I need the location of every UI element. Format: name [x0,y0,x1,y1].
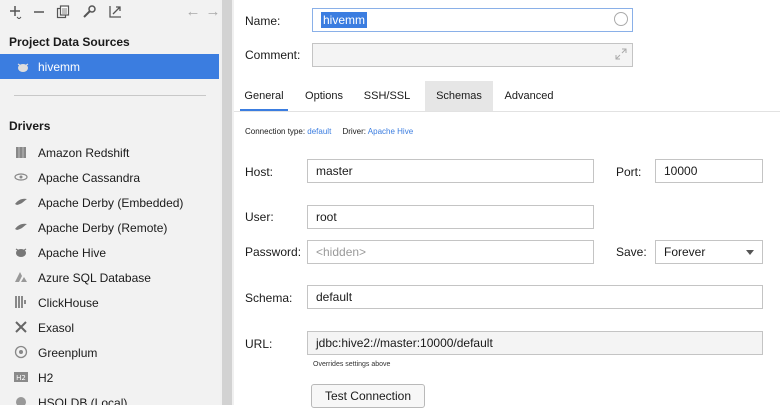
driver-item-exasol[interactable]: Exasol [0,316,219,340]
schema-input[interactable]: default [307,285,763,309]
driver-label: ClickHouse [38,296,99,310]
exasol-icon [15,321,27,333]
password-input[interactable]: <hidden> [307,240,594,264]
derby-icon [15,198,27,205]
connection-type-link[interactable]: default [307,127,331,136]
clickhouse-icon [15,296,26,308]
driver-link[interactable]: Apache Hive [368,127,413,136]
driver-item-amazon-redshift[interactable]: Amazon Redshift [0,141,219,165]
driver-item-apache-derby-remote[interactable]: Apache Derby (Remote) [0,216,219,240]
hive-icon [17,63,29,72]
greenplum-icon [14,345,28,359]
port-label: Port: [616,165,642,179]
url-label: URL: [245,337,273,351]
tabs-underline [234,111,780,112]
driver-label: H2 [38,371,54,385]
redshift-icon [16,147,26,158]
driver-label: Greenplum [38,346,98,360]
wrench-icon[interactable] [80,3,98,21]
save-select[interactable]: Forever [655,240,763,264]
sidebar-scrollbar-thumb[interactable] [222,0,232,405]
schema-label: Schema: [245,291,293,305]
back-arrow-icon[interactable]: ← [184,3,202,21]
driver-label: Apache Cassandra [38,171,141,185]
user-label: User: [245,210,274,224]
driver-item-azure-sql-database[interactable]: Azure SQL Database [0,266,219,290]
driver-label: Exasol [38,321,75,335]
add-icon[interactable] [6,3,24,21]
connection-settings-panel: Name: hivemm Comment: General Options SS… [234,0,780,408]
driver-item-apache-cassandra[interactable]: Apache Cassandra [0,166,219,190]
connection-type-label: Connection type: [245,127,306,136]
port-input[interactable]: 10000 [655,159,763,183]
name-label: Name: [245,14,281,28]
url-input[interactable]: jdbc:hive2://master:10000/default [307,331,763,355]
driver-label: HSQLDB (Local) [38,396,128,405]
save-select-value: Forever [664,245,706,259]
name-value: hivemm [321,12,368,28]
driver-item-hsqldb-local[interactable]: HSQLDB (Local) [0,391,219,405]
tab-ssh-ssl[interactable]: SSH/SSL [358,81,416,111]
tab-general[interactable]: General [240,81,288,111]
data-source-item-hivemm[interactable]: hivemm [0,54,219,79]
drivers-title: Drivers [9,119,51,133]
tab-schemas[interactable]: Schemas [425,81,493,111]
azure-icon [15,272,27,282]
driver-item-clickhouse[interactable]: ClickHouse [0,291,219,315]
save-label: Save: [616,245,647,259]
data-sources-sidebar: ← → Project Data Sources hivemm Drivers … [0,0,221,405]
connection-info: Connection type: default Driver: Apache … [245,127,413,136]
driver-label: Amazon Redshift [38,146,130,160]
driver-item-apache-hive[interactable]: Apache Hive [0,241,219,265]
data-source-label: hivemm [38,60,81,74]
driver-label: Apache Derby (Embedded) [38,196,184,210]
jump-to-source-icon[interactable] [106,3,124,21]
remove-icon[interactable] [30,3,48,21]
forward-arrow-icon[interactable]: → [204,3,221,21]
svg-text:H2: H2 [16,374,26,382]
sidebar-divider [14,95,206,96]
driver-label: Apache Derby (Remote) [38,221,168,235]
user-input[interactable]: root [307,205,594,229]
color-circle-icon[interactable] [614,12,628,26]
driver-label: Azure SQL Database [38,271,151,285]
test-connection-button[interactable]: Test Connection [311,384,425,408]
driver-label: Driver: [342,127,366,136]
sidebar-toolbar: ← → [0,0,220,28]
tab-advanced[interactable]: Advanced [500,81,558,111]
duplicate-icon[interactable] [54,3,72,21]
cassandra-icon [14,173,28,181]
driver-item-greenplum[interactable]: Greenplum [0,341,219,365]
host-label: Host: [245,165,274,179]
password-label: Password: [245,245,302,259]
tab-options[interactable]: Options [300,81,348,111]
project-data-sources-title: Project Data Sources [9,35,130,49]
comment-input[interactable] [312,43,633,67]
driver-item-apache-derby-embedded[interactable]: Apache Derby (Embedded) [0,191,219,215]
h2-icon: H2 [14,372,28,382]
name-input[interactable]: hivemm [312,8,633,32]
chevron-down-icon [746,250,754,255]
derby-icon [15,223,27,230]
expand-icon[interactable] [615,48,627,60]
comment-label: Comment: [245,48,301,62]
hive-icon [15,248,27,257]
url-override-note: Overrides settings above [313,361,391,368]
hsqldb-icon [16,397,26,405]
driver-item-h2[interactable]: H2 H2 [0,366,219,390]
settings-tabs: General Options SSH/SSL Schemas Advanced [234,81,780,111]
driver-label: Apache Hive [38,246,107,260]
host-input[interactable]: master [307,159,594,183]
